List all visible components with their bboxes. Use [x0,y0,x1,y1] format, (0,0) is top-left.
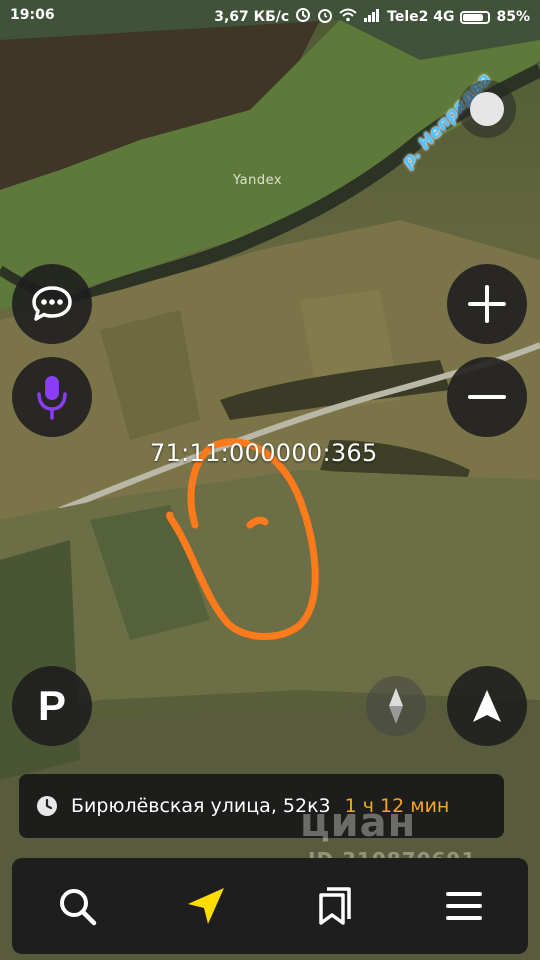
compass-icon [389,688,403,724]
status-time: 19:06 [10,7,55,23]
chat-button[interactable] [12,264,92,344]
signal-icon [363,8,381,26]
layers-button[interactable] [458,80,516,138]
cadastral-number-label: 71:11:000000:365 [150,439,378,467]
yandex-logo: Yandex [233,173,283,188]
route-address: Бирюлёвская улица, 52к3 [71,795,331,817]
status-bar: 19:06 3,67 КБ/с Tele2 4G 85% [0,0,540,32]
sync-icon [295,7,311,27]
watermark-brand: циан [300,800,417,846]
bookmarks-button[interactable] [295,866,375,946]
microphone-icon [37,376,67,420]
plus-icon [468,285,506,323]
navigator-arrow-icon [187,888,224,924]
search-button[interactable] [37,866,117,946]
bottom-nav-bar [12,858,528,954]
clock-icon [37,796,57,816]
parking-label: P [37,682,66,729]
battery-icon [460,10,491,24]
navigator-button[interactable] [166,866,246,946]
alarm-icon [317,7,333,27]
layers-dot-icon [470,92,504,126]
battery-percent: 85% [496,9,530,25]
menu-icon [445,892,482,920]
route-card[interactable]: Бирюлёвская улица, 52к3 1 ч 12 мин [19,774,504,838]
network-speed: 3,67 КБ/с [214,9,290,25]
voice-button[interactable] [12,357,92,437]
parking-button[interactable]: P [12,666,92,746]
navigation-arrow-icon [473,690,501,722]
wifi-icon [339,8,357,26]
minus-icon [468,395,506,399]
compass-button[interactable] [366,676,426,736]
menu-button[interactable] [424,866,504,946]
status-right-group: 3,67 КБ/с Tele2 4G 85% [214,7,530,27]
chat-bubble-icon [32,286,72,321]
zoom-out-button[interactable] [447,357,527,437]
carrier-label: Tele2 4G [387,9,455,25]
my-location-button[interactable] [447,666,527,746]
search-icon [59,889,96,926]
zoom-in-button[interactable] [447,264,527,344]
bookmarks-icon [318,887,351,925]
